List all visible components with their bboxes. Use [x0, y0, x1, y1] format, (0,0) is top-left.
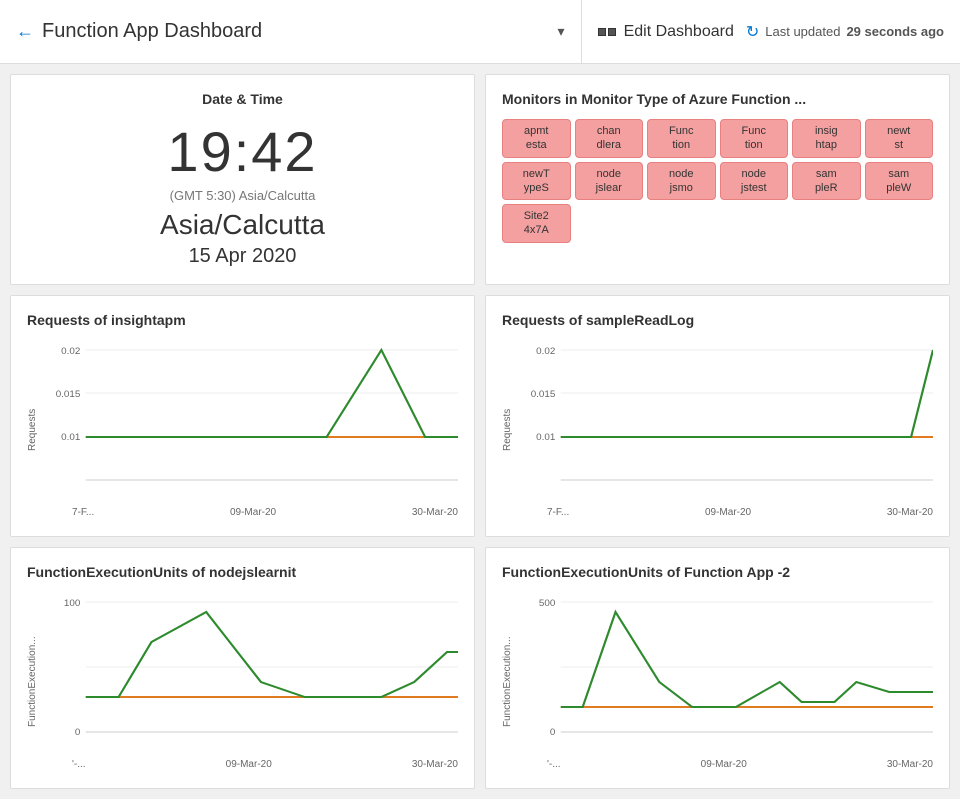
chart1-inner: 0.02 0.015 0.01 7-F... 09-Mar-20 30-Mar-… [42, 340, 458, 520]
chart2-svg: 0.02 0.015 0.01 [517, 340, 933, 500]
monitor-tag[interactable]: newTypeS [502, 162, 571, 201]
chart1-svg: 0.02 0.015 0.01 [42, 340, 458, 500]
svg-text:0: 0 [75, 726, 80, 736]
monitor-tag[interactable]: chandlera [575, 119, 644, 158]
chart3-x-label-2: 09-Mar-20 [226, 759, 272, 770]
svg-text:0.015: 0.015 [56, 388, 81, 398]
chart2-card: Requests of sampleReadLog Requests 0.02 … [485, 295, 950, 537]
main-content: Date & Time 19:42 (GMT 5:30) Asia/Calcut… [0, 64, 960, 799]
chart4-card: FunctionExecutionUnits of Function App -… [485, 547, 950, 789]
chart3-container: FunctionExecution... 100 0 '-... 09-Ma [27, 592, 458, 772]
chart3-inner: 100 0 '-... 09-Mar-20 30-Mar-20 [42, 592, 458, 772]
chart1-card: Requests of insightapm Requests 0.02 0.0… [10, 295, 475, 537]
monitor-tag[interactable]: nodejsmo [647, 162, 716, 201]
chart2-y-label: Requests [502, 340, 513, 520]
chart2-x-label-2: 09-Mar-20 [705, 507, 751, 518]
chart2-x-label-3: 30-Mar-20 [887, 507, 933, 518]
chart1-y-label: Requests [27, 340, 38, 520]
dashboard-title-area: ← Function App Dashboard ▾ [16, 0, 582, 63]
last-updated-value: 29 seconds ago [846, 24, 944, 39]
dashboard-title: Function App Dashboard [42, 20, 550, 43]
chart1-x-label-1: 7-F... [72, 507, 94, 518]
edit-dashboard-icon [598, 28, 616, 36]
monitor-tag[interactable]: insightap [792, 119, 861, 158]
svg-text:0.02: 0.02 [61, 345, 80, 355]
monitors-card: Monitors in Monitor Type of Azure Functi… [485, 74, 950, 285]
last-updated-prefix: Last updated [765, 24, 840, 39]
monitors-card-title: Monitors in Monitor Type of Azure Functi… [502, 91, 933, 107]
chart1-x-label-3: 30-Mar-20 [412, 507, 458, 518]
monitor-tag[interactable]: newtst [865, 119, 934, 158]
chart2-x-labels: 7-F... 09-Mar-20 30-Mar-20 [517, 507, 933, 518]
chart3-title: FunctionExecutionUnits of nodejslearnit [27, 564, 458, 580]
chart3-card: FunctionExecutionUnits of nodejslearnit … [10, 547, 475, 789]
chart2-inner: 0.02 0.015 0.01 7-F... 09-Mar-20 30-Mar-… [517, 340, 933, 520]
chart3-y-label: FunctionExecution... [27, 592, 38, 772]
date-display: 15 Apr 2020 [189, 245, 297, 268]
chart3-svg: 100 0 [42, 592, 458, 752]
chart4-x-labels: '-... 09-Mar-20 30-Mar-20 [517, 759, 933, 770]
svg-text:0.01: 0.01 [61, 431, 80, 441]
last-updated: ↻ Last updated 29 seconds ago [746, 22, 944, 42]
chart4-svg: 500 0 [517, 592, 933, 752]
chart1-x-label-2: 09-Mar-20 [230, 507, 276, 518]
chart4-x-label-1: '-... [547, 759, 561, 770]
chart4-x-label-2: 09-Mar-20 [701, 759, 747, 770]
edit-dashboard-label: Edit Dashboard [624, 23, 734, 41]
refresh-icon[interactable]: ↻ [746, 22, 759, 42]
edit-dashboard-button[interactable]: Edit Dashboard [598, 23, 734, 41]
svg-text:0: 0 [550, 726, 555, 736]
svg-text:0.01: 0.01 [536, 431, 555, 441]
chart3-x-labels: '-... 09-Mar-20 30-Mar-20 [42, 759, 458, 770]
chart4-title: FunctionExecutionUnits of Function App -… [502, 564, 933, 580]
chart1-container: Requests 0.02 0.015 0.01 [27, 340, 458, 520]
chart2-container: Requests 0.02 0.015 0.01 7- [502, 340, 933, 520]
chart4-x-label-3: 30-Mar-20 [887, 759, 933, 770]
monitor-tag[interactable]: apmtesta [502, 119, 571, 158]
top-bar: ← Function App Dashboard ▾ Edit Dashboar… [0, 0, 960, 64]
datetime-card-title: Date & Time [202, 91, 283, 107]
chart4-y-label: FunctionExecution... [502, 592, 513, 772]
svg-text:500: 500 [539, 597, 555, 607]
time-display: 19:42 [167, 119, 317, 184]
datetime-card: Date & Time 19:42 (GMT 5:30) Asia/Calcut… [10, 74, 475, 285]
dropdown-arrow-icon[interactable]: ▾ [558, 23, 565, 40]
chart3-x-label-3: 30-Mar-20 [412, 759, 458, 770]
monitor-tag[interactable]: nodejslear [575, 162, 644, 201]
monitor-tag[interactable]: sampleR [792, 162, 861, 201]
monitor-tag[interactable]: sampleW [865, 162, 934, 201]
chart2-x-label-1: 7-F... [547, 507, 569, 518]
monitor-tag[interactable]: Function [647, 119, 716, 158]
monitor-tag[interactable]: Function [720, 119, 789, 158]
svg-text:0.015: 0.015 [531, 388, 556, 398]
svg-text:100: 100 [64, 597, 80, 607]
timezone-sub: (GMT 5:30) Asia/Calcutta [170, 188, 316, 203]
edit-section: Edit Dashboard ↻ Last updated 29 seconds… [582, 22, 944, 42]
chart1-x-labels: 7-F... 09-Mar-20 30-Mar-20 [42, 507, 458, 518]
timezone-main: Asia/Calcutta [160, 209, 325, 241]
chart3-x-label-1: '-... [72, 759, 86, 770]
monitor-tag[interactable]: Site24x7A [502, 204, 571, 243]
chart4-inner: 500 0 '-... 09-Mar-20 30-Mar-20 [517, 592, 933, 772]
chart2-title: Requests of sampleReadLog [502, 312, 933, 328]
back-button[interactable]: ← [16, 21, 34, 42]
monitor-tag[interactable]: nodejstest [720, 162, 789, 201]
chart1-title: Requests of insightapm [27, 312, 458, 328]
chart4-container: FunctionExecution... 500 0 '-... 09-Ma [502, 592, 933, 772]
monitors-grid: apmtesta chandlera Function Function ins… [502, 119, 933, 243]
svg-text:0.02: 0.02 [536, 345, 555, 355]
